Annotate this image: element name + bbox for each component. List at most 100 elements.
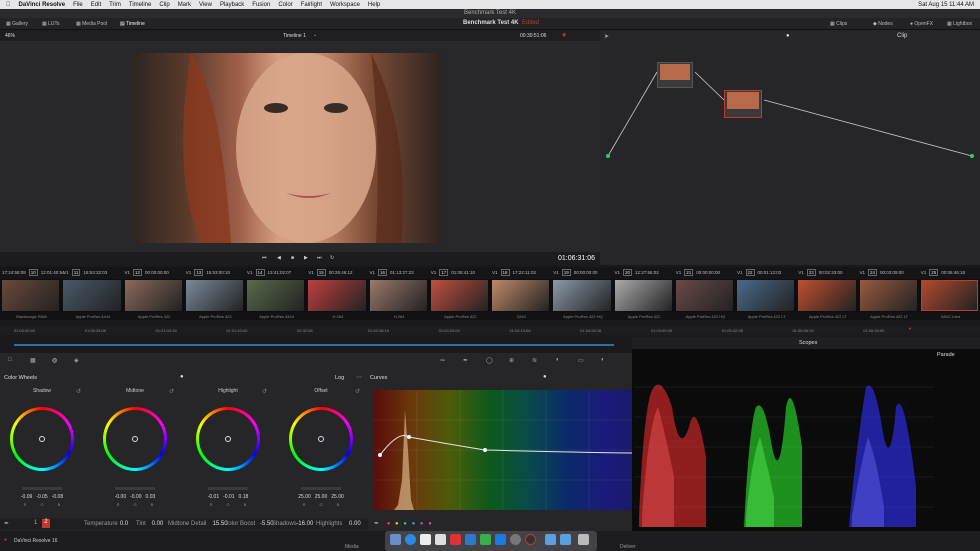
wheel-master-slider[interactable] bbox=[115, 487, 155, 490]
color-wheel[interactable] bbox=[289, 407, 353, 471]
clip-thumbnail[interactable] bbox=[124, 280, 182, 311]
reset-icon[interactable]: ↺ bbox=[76, 388, 81, 395]
menu-fairlight[interactable]: Fairlight bbox=[301, 2, 322, 8]
clip-thumbnail[interactable] bbox=[675, 280, 733, 311]
wheel-mode-selector[interactable]: Log bbox=[335, 375, 344, 381]
menu-file[interactable]: File bbox=[73, 2, 83, 8]
3d-icon[interactable]: ◐ bbox=[601, 357, 605, 363]
clip-thumbnail[interactable] bbox=[185, 280, 243, 311]
node-02[interactable] bbox=[724, 90, 762, 118]
clip-thumbnail[interactable] bbox=[63, 280, 121, 311]
wheel-value[interactable]: -0.00 bbox=[115, 494, 126, 500]
more-options-icon[interactable]: ⋯ bbox=[356, 374, 362, 381]
calendar-icon[interactable] bbox=[435, 534, 446, 545]
menu-timeline[interactable]: Timeline bbox=[129, 2, 151, 8]
channel-red-dot[interactable]: ● bbox=[387, 521, 391, 527]
clip-thumbnail[interactable] bbox=[247, 280, 305, 311]
chevron-down-icon[interactable]: ⌄ bbox=[313, 32, 317, 38]
video-frame[interactable] bbox=[131, 53, 441, 243]
wheel-master-slider[interactable] bbox=[301, 487, 341, 490]
menu-clip[interactable]: Clip bbox=[159, 2, 169, 8]
wheel-master-slider[interactable] bbox=[208, 487, 248, 490]
play-icon[interactable]: ▶ bbox=[304, 255, 308, 261]
clip-thumbnail[interactable] bbox=[430, 280, 488, 311]
numbers-icon[interactable] bbox=[480, 534, 491, 545]
media-pool-button[interactable]: ▦ Media Pool bbox=[76, 21, 107, 27]
camera-raw-icon[interactable]: □ bbox=[8, 357, 12, 363]
clip-thumbnail[interactable] bbox=[369, 280, 427, 311]
apple-icon[interactable]:  bbox=[6, 2, 11, 8]
page-2-button[interactable]: 2 bbox=[42, 519, 50, 528]
clip-thumbnail[interactable] bbox=[2, 280, 60, 311]
menu-mark[interactable]: Mark bbox=[178, 2, 191, 8]
menu-color[interactable]: Color bbox=[278, 2, 292, 8]
davinci-resolve-dock-icon[interactable] bbox=[525, 534, 536, 545]
wheel-center-handle[interactable] bbox=[318, 436, 324, 442]
wheel-value[interactable]: -0.08 bbox=[52, 494, 63, 500]
curves-dot-icon[interactable]: ● bbox=[543, 374, 547, 380]
node-editor[interactable]: ➤ Clip ● bbox=[600, 30, 980, 265]
wheel-value[interactable]: -0.05 bbox=[36, 494, 47, 500]
wheel-center-handle[interactable] bbox=[225, 436, 231, 442]
forward-icon[interactable]: ⏭ bbox=[317, 255, 322, 261]
news-icon[interactable] bbox=[450, 534, 461, 545]
clip-thumbnail[interactable] bbox=[308, 280, 366, 311]
system-preferences-icon[interactable] bbox=[510, 534, 521, 545]
wheel-center-handle[interactable] bbox=[132, 436, 138, 442]
wheel-value[interactable]: 25.00 bbox=[315, 494, 328, 500]
openfx-button[interactable]: ● OpenFX bbox=[910, 21, 933, 27]
mini-timeline[interactable] bbox=[0, 340, 632, 350]
param-value[interactable]: 0.0 bbox=[120, 521, 128, 527]
color-wheel[interactable] bbox=[103, 407, 167, 471]
param-value[interactable]: 0.00 bbox=[349, 521, 361, 527]
clips-button[interactable]: ▦ Clips bbox=[830, 21, 847, 27]
channel-blue-dot[interactable]: ● bbox=[412, 521, 416, 527]
trash-icon[interactable] bbox=[578, 534, 589, 545]
lightbox-button[interactable]: ▦ Lightbox bbox=[947, 21, 972, 27]
nodes-button[interactable]: ◆ Nodes bbox=[873, 21, 893, 27]
curve-picker-icon[interactable]: ✒ bbox=[374, 521, 379, 527]
sizing-icon[interactable]: ▭ bbox=[578, 357, 584, 364]
menu-playback[interactable]: Playback bbox=[220, 2, 244, 8]
safari-icon[interactable] bbox=[405, 534, 416, 545]
page-dot-icon[interactable]: ● bbox=[180, 374, 184, 380]
finder-icon[interactable] bbox=[390, 534, 401, 545]
downloads-folder-icon[interactable] bbox=[545, 534, 556, 545]
loop-icon[interactable]: ↻ bbox=[330, 255, 334, 261]
wheel-value[interactable]: 25.00 bbox=[298, 494, 311, 500]
wheel-value[interactable]: 0.18 bbox=[239, 494, 249, 500]
curves-graph[interactable] bbox=[374, 390, 632, 510]
timeline-ruler[interactable]: 01:00:00:00 01:05:33:08 01:21:00:16 01:21:4… bbox=[0, 326, 980, 335]
window-icon[interactable]: ◯ bbox=[486, 357, 493, 364]
luts-button[interactable]: ▦ LUTs bbox=[42, 21, 60, 27]
clip-thumbnail[interactable] bbox=[859, 280, 917, 311]
qualifier-icon[interactable]: ✒ bbox=[463, 357, 468, 364]
deliver-page-label[interactable]: Deliver bbox=[620, 544, 636, 550]
timeline-button[interactable]: ▤ Timeline bbox=[120, 21, 145, 27]
menu-help[interactable]: Help bbox=[368, 2, 380, 8]
wheel-value[interactable]: -0.01 bbox=[223, 494, 234, 500]
wheel-value[interactable]: 25.00 bbox=[331, 494, 344, 500]
wheel-master-slider[interactable] bbox=[22, 487, 62, 490]
play-reverse-icon[interactable]: ◀ bbox=[277, 255, 281, 261]
menu-trim[interactable]: Trim bbox=[109, 2, 121, 8]
clip-thumbnail[interactable] bbox=[492, 280, 550, 311]
reset-icon[interactable]: ↺ bbox=[355, 388, 360, 395]
color-match-icon[interactable]: ▦ bbox=[30, 357, 36, 364]
channel-pink-dot[interactable]: ● bbox=[428, 521, 432, 527]
menu-fusion[interactable]: Fusion bbox=[252, 2, 270, 8]
key-icon[interactable]: ◑ bbox=[555, 357, 559, 363]
wheel-value[interactable]: -0.09 bbox=[21, 494, 32, 500]
menu-app-name[interactable]: DaVinci Resolve bbox=[19, 2, 66, 8]
app-store-icon[interactable] bbox=[495, 534, 506, 545]
wheel-center-handle[interactable] bbox=[39, 436, 45, 442]
timeline-selector[interactable]: Timeline 1 bbox=[283, 33, 306, 39]
reset-icon[interactable]: ↺ bbox=[262, 388, 267, 395]
param-value[interactable]: -16.00 bbox=[296, 521, 313, 527]
clip-thumbnail[interactable] bbox=[737, 280, 795, 311]
clip-thumbnail[interactable] bbox=[798, 280, 856, 311]
rewind-icon[interactable]: ⏮ bbox=[262, 255, 267, 261]
clip-thumbnail[interactable] bbox=[553, 280, 611, 311]
menu-workspace[interactable]: Workspace bbox=[330, 2, 360, 8]
param-value[interactable]: 0.00 bbox=[152, 521, 164, 527]
